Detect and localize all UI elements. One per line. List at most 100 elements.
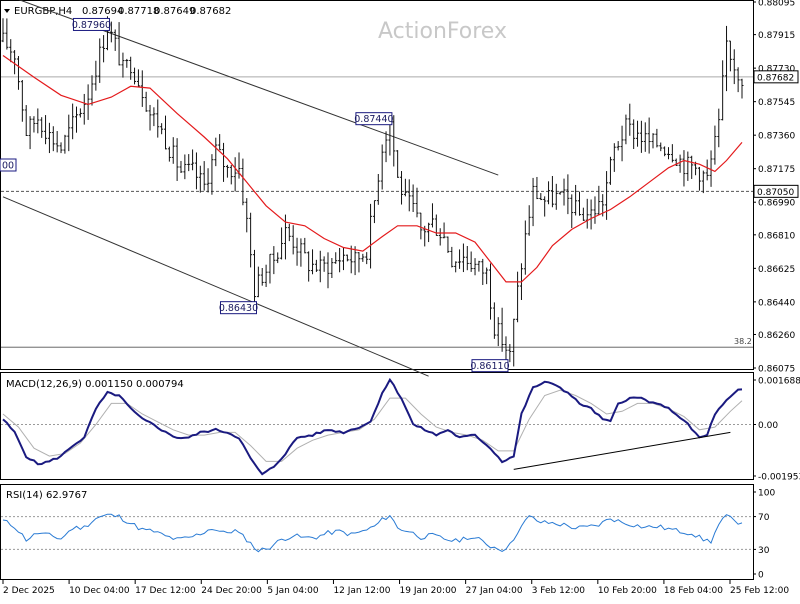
price-bar — [477, 260, 481, 272]
header-arrow-icon — [4, 9, 10, 13]
swing-label-text: 0.87960 — [72, 20, 111, 31]
price-bar — [547, 181, 551, 205]
price-bar — [40, 117, 44, 138]
price-bar — [206, 168, 210, 193]
price-bar — [86, 84, 90, 120]
watermark: ActionForex — [378, 19, 507, 44]
time-axis-label: 18 Feb 04:00 — [664, 586, 723, 596]
price-bar — [156, 99, 160, 138]
price-bar — [345, 254, 349, 262]
price-bar — [214, 137, 218, 167]
price-bar — [535, 176, 539, 200]
price-bar — [593, 196, 597, 224]
price-bar — [133, 67, 137, 85]
last-price-tag: 0.87682 — [753, 70, 799, 84]
swing-label: 0.86110 — [470, 359, 510, 373]
price-bar — [260, 267, 264, 286]
price-bar — [322, 256, 326, 272]
price-bar — [690, 155, 694, 179]
price-axis-label: 0.88095 — [758, 0, 795, 9]
price-axis-label: 0.87915 — [758, 31, 795, 41]
price-bar — [311, 249, 315, 275]
swing-label-text: 0.86430 — [219, 303, 258, 314]
price-bar — [98, 38, 102, 83]
time-axis-label: 12 Jan 12:00 — [333, 586, 390, 596]
rsi-axis-label: 70 — [758, 513, 770, 523]
price-bar — [721, 60, 725, 121]
price-bar — [697, 166, 701, 191]
price-bar — [222, 142, 226, 182]
price-bar — [608, 156, 612, 185]
price-bar — [330, 258, 334, 279]
price-bar — [639, 120, 643, 153]
price-axis-label: 0.86625 — [758, 265, 795, 275]
price-bar — [403, 178, 407, 197]
macd-axis-label: 0.001688 — [758, 377, 800, 387]
price-bar — [570, 194, 574, 229]
time-axis-label: 5 Jan 04:00 — [267, 586, 319, 596]
price-axis-label: 0.87545 — [758, 98, 795, 108]
price-bar — [280, 227, 284, 260]
price-bar — [307, 251, 311, 282]
price-bar — [24, 105, 28, 137]
price-bar — [268, 253, 272, 284]
price-bar — [194, 152, 198, 190]
price-bar — [117, 22, 121, 66]
price-bar — [728, 40, 732, 72]
price-bar — [651, 133, 655, 149]
price-bar — [663, 146, 667, 157]
price-axis-label: 0.86075 — [758, 365, 795, 375]
price-bar — [160, 123, 164, 135]
price-bar — [628, 103, 632, 136]
price-bar — [75, 106, 79, 133]
price-bar — [256, 266, 260, 298]
price-axis-label: 0.86990 — [758, 199, 795, 209]
price-bar — [179, 160, 183, 173]
price-bar — [318, 250, 322, 283]
price-bar — [376, 174, 380, 205]
price-bar — [438, 228, 442, 246]
ohlc-close: 0.87682 — [190, 6, 231, 17]
price-bar — [527, 205, 531, 236]
time-axis-label: 25 Feb 12:00 — [730, 586, 789, 596]
time-axis-label: 10 Feb 20:00 — [598, 586, 657, 596]
price-bar — [187, 154, 191, 172]
price-bar — [701, 170, 705, 194]
price-bar — [659, 142, 663, 152]
price-bar — [430, 203, 434, 228]
price-bar — [218, 134, 222, 151]
price-bar — [407, 179, 411, 212]
price-bar — [380, 144, 384, 190]
price-axis-label: 0.87360 — [758, 132, 795, 142]
price-bar — [32, 116, 36, 133]
price-bar — [16, 56, 20, 90]
price-bar — [655, 128, 659, 148]
price-axis-label: 0.86810 — [758, 231, 795, 241]
price-bar — [28, 116, 32, 150]
price-bar — [136, 69, 140, 88]
last-price-tag-text: 0.87682 — [757, 73, 794, 83]
price-bar — [198, 165, 202, 193]
price-bar — [612, 143, 616, 172]
price-bar — [225, 164, 229, 178]
price-bar — [732, 49, 736, 85]
macd-axis-label: -0.001953 — [758, 473, 800, 483]
time-axis-label: 19 Jan 20:00 — [400, 586, 457, 596]
price-bar — [465, 245, 469, 271]
time-axis-label: 24 Dec 20:00 — [201, 586, 262, 596]
price-bar — [539, 193, 543, 201]
price-bar — [338, 248, 342, 273]
price-bar — [458, 249, 462, 269]
rsi-label: RSI(14) 62.9767 — [6, 490, 87, 501]
price-bar — [523, 220, 527, 275]
price-bar — [485, 267, 489, 285]
price-bar — [589, 199, 593, 230]
price-bar — [473, 258, 477, 276]
price-bar — [121, 52, 125, 78]
price-bar — [252, 249, 256, 303]
macd-line — [2, 377, 743, 476]
price-bar — [450, 246, 454, 268]
price-bar — [647, 117, 651, 154]
price-bar — [531, 177, 535, 227]
price-bar — [616, 141, 620, 151]
